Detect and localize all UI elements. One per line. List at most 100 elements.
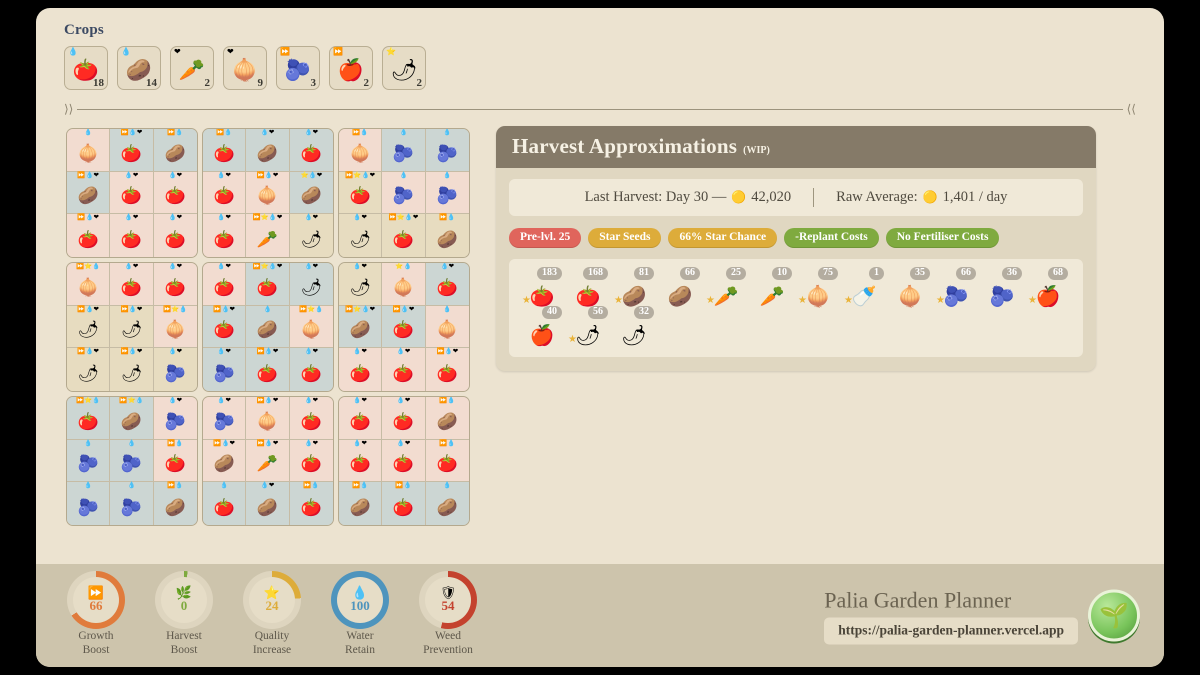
garden-cell-onion[interactable]: ⏩ 💧 ❤ 🧅 [246, 397, 290, 440]
garden-cell-potato[interactable]: ⏩ ⭐ 💧 ❤ 🥔 [339, 305, 383, 349]
garden-cell-blueberry[interactable]: 💧 🫐 [110, 482, 154, 525]
garden-cell-onion[interactable]: ⏩ ⭐ 💧 🧅 [289, 305, 333, 349]
garden-cell-blueberry[interactable]: 💧 🫐 [425, 129, 469, 172]
garden-cell-tomato[interactable]: 💧 ❤ 🍅 [110, 171, 154, 215]
garden-cell-spicy-pepper[interactable]: ⏩ 💧 ❤ 🌶 [67, 305, 111, 349]
garden-plot[interactable]: 💧 ❤ 🌶 ⭐ 💧 🧅 💧 ❤ 🍅 ⏩ ⭐ 💧 ❤ 🥔 ⏩ 💧 ❤ 🍅 💧 🧅 💧 ❤ 🍅 💧 ❤ 🍅 ⏩ 💧 ❤ 🍅 [336, 260, 472, 394]
garden-cell-tomato[interactable]: 💧 ❤ 🍅 [289, 439, 333, 483]
garden-cell-spicy-pepper[interactable]: 💧 ❤ 🌶 [289, 263, 333, 306]
garden-cell-carrot[interactable]: ⏩ 💧 ❤ 🥕 [246, 439, 290, 483]
garden-cell-tomato[interactable]: 💧 ❤ 🍅 [289, 129, 333, 172]
crop-card-carrot[interactable]: ❤ 🥕 2 [170, 46, 214, 90]
garden-cell-tomato[interactable]: 💧 ❤ 🍅 [110, 214, 154, 257]
garden-grid[interactable]: 💧 🧅 ⏩ 💧 ❤ 🍅 ⏩ 💧 🥔 ⏩ 💧 ❤ 🥔 💧 ❤ 🍅 💧 ❤ 🍅 ⏩ 💧 ❤ 🍅 💧 ❤ 🍅 💧 ❤ 🍅 ⏩ 💧 🍅 💧 ❤ 🥔 💧 ❤ 🍅 💧 ❤… [64, 126, 472, 528]
garden-cell-tomato[interactable]: 💧 ❤ 🍅 [153, 263, 197, 306]
option-chip[interactable]: Star Seeds [588, 228, 662, 248]
garden-cell-spicy-pepper[interactable]: 💧 ❤ 🌶 [339, 263, 383, 306]
crop-card-tomato[interactable]: 💧 🍅 18 [64, 46, 108, 90]
garden-cell-spicy-pepper[interactable]: ⏩ 💧 ❤ 🌶 [110, 305, 154, 349]
garden-cell-tomato[interactable]: 💧 ❤ 🍅 [339, 439, 383, 483]
garden-cell-blueberry[interactable]: 💧 ❤ 🫐 [203, 397, 247, 440]
garden-cell-potato[interactable]: 💧 ❤ 🥔 [246, 482, 290, 525]
garden-cell-potato[interactable]: ⏩ ⭐ 💧 🥔 [110, 397, 154, 440]
app-url[interactable]: https://palia-garden-planner.vercel.app [824, 617, 1078, 644]
garden-cell-tomato[interactable]: 💧 ❤ 🍅 [203, 171, 247, 215]
garden-cell-tomato[interactable]: ⏩ 💧 🍅 [425, 439, 469, 483]
garden-cell-onion[interactable]: ⏩ ⭐ 💧 🧅 [153, 305, 197, 349]
garden-cell-tomato[interactable]: ⏩ 💧 ❤ 🍅 [203, 305, 247, 349]
crop-card-potato[interactable]: 💧 🥔 14 [117, 46, 161, 90]
garden-cell-tomato[interactable]: ⏩ 💧 ❤ 🍅 [67, 214, 111, 257]
garden-cell-tomato[interactable]: 💧 ❤ 🍅 [203, 214, 247, 257]
garden-cell-onion[interactable]: ⏩ ⭐ 💧 🧅 [67, 263, 111, 306]
garden-cell-potato[interactable]: ⏩ 💧 🥔 [425, 214, 469, 257]
garden-cell-tomato[interactable]: 💧 ❤ 🍅 [339, 397, 383, 440]
crop-card-onion[interactable]: ❤ 🧅 9 [223, 46, 267, 90]
garden-cell-potato[interactable]: ⏩ 💧 ❤ 🥔 [67, 171, 111, 215]
garden-plot[interactable]: 💧 ❤ 🍅 💧 ❤ 🍅 ⏩ 💧 🥔 💧 ❤ 🍅 💧 ❤ 🍅 ⏩ 💧 🍅 ⏩ 💧 🥔 ⏩ 💧 🍅 💧 🥔 [336, 394, 472, 528]
garden-cell-potato[interactable]: ⏩ 💧 🥔 [339, 482, 383, 525]
garden-cell-onion[interactable]: ⏩ 💧 🧅 [339, 129, 383, 172]
crop-card-apple[interactable]: ⏩ 🍎 2 [329, 46, 373, 90]
garden-cell-tomato[interactable]: ⏩ ⭐ 💧 ❤ 🍅 [339, 171, 383, 215]
garden-cell-tomato[interactable]: 💧 ❤ 🍅 [110, 263, 154, 306]
garden-cell-blueberry[interactable]: 💧 🫐 [425, 171, 469, 215]
garden-cell-potato[interactable]: ⭐ 💧 ❤ 🥔 [289, 171, 333, 215]
garden-cell-tomato[interactable]: 💧 ❤ 🍅 [339, 348, 383, 391]
garden-cell-tomato[interactable]: ⏩ ⭐ 💧 🍅 [67, 397, 111, 440]
garden-cell-onion[interactable]: 💧 🧅 [425, 305, 469, 349]
garden-cell-potato[interactable]: 💧 🥔 [425, 482, 469, 525]
garden-cell-blueberry[interactable]: 💧 ❤ 🫐 [153, 348, 197, 391]
collapse-right-icon[interactable]: ⟨⟨ [1127, 103, 1136, 115]
garden-cell-tomato[interactable]: ⏩ 💧 ❤ 🍅 [382, 305, 426, 349]
garden-cell-onion[interactable]: ⏩ 💧 ❤ 🧅 [246, 171, 290, 215]
garden-cell-potato[interactable]: 💧 ❤ 🥔 [246, 129, 290, 172]
option-chip[interactable]: No Fertiliser Costs [885, 228, 1000, 248]
garden-cell-tomato[interactable]: ⏩ 💧 🍅 [203, 129, 247, 172]
garden-cell-tomato[interactable]: 💧 ❤ 🍅 [289, 397, 333, 440]
crop-card-spicy-pepper[interactable]: ⭐ 🌶 2 [382, 46, 426, 90]
garden-cell-blueberry[interactable]: 💧 🫐 [382, 171, 426, 215]
garden-cell-blueberry[interactable]: 💧 🫐 [67, 439, 111, 483]
option-chip[interactable]: -Replant Costs [784, 228, 879, 248]
garden-cell-tomato[interactable]: ⏩ ⭐ 💧 ❤ 🍅 [382, 214, 426, 257]
garden-plot[interactable]: 💧 ❤ 🫐 ⏩ 💧 ❤ 🧅 💧 ❤ 🍅 ⏩ 💧 ❤ 🥔 ⏩ 💧 ❤ 🥕 💧 ❤ 🍅 💧 🍅 💧 ❤ 🥔 ⏩ 💧 🍅 [200, 394, 336, 528]
garden-cell-blueberry[interactable]: 💧 🫐 [110, 439, 154, 483]
option-chip[interactable]: Pre-lvl. 25 [509, 228, 582, 248]
garden-cell-spicy-pepper[interactable]: ⏩ 💧 ❤ 🌶 [67, 348, 111, 391]
garden-cell-tomato[interactable]: 💧 ❤ 🍅 [382, 348, 426, 391]
collapse-left-icon[interactable]: ⟩⟩ [64, 103, 73, 115]
garden-cell-tomato[interactable]: 💧 ❤ 🍅 [203, 263, 247, 306]
garden-cell-tomato[interactable]: ⏩ 💧 🍅 [153, 439, 197, 483]
garden-cell-tomato[interactable]: ⏩ 💧 ❤ 🍅 [425, 348, 469, 391]
garden-cell-potato[interactable]: ⏩ 💧 🥔 [425, 397, 469, 440]
garden-cell-potato[interactable]: 💧 🥔 [246, 305, 290, 349]
garden-plot[interactable]: 💧 🧅 ⏩ 💧 ❤ 🍅 ⏩ 💧 🥔 ⏩ 💧 ❤ 🥔 💧 ❤ 🍅 💧 ❤ 🍅 ⏩ 💧 ❤ 🍅 💧 ❤ 🍅 💧 ❤ 🍅 [64, 126, 200, 260]
garden-cell-tomato[interactable]: 💧 ❤ 🍅 [425, 263, 469, 306]
garden-cell-potato[interactable]: ⏩ 💧 🥔 [153, 482, 197, 525]
garden-plot[interactable]: ⏩ 💧 🍅 💧 ❤ 🥔 💧 ❤ 🍅 💧 ❤ 🍅 ⏩ 💧 ❤ 🧅 ⭐ 💧 ❤ 🥔 💧 ❤ 🍅 ⏩ ⭐ 💧 ❤ 🥕 💧 ❤ 🌶 [200, 126, 336, 260]
garden-cell-tomato[interactable]: 💧 ❤ 🍅 [153, 171, 197, 215]
garden-cell-tomato[interactable]: ⏩ ⭐ 💧 ❤ 🍅 [246, 263, 290, 306]
garden-cell-blueberry[interactable]: 💧 🫐 [67, 482, 111, 525]
garden-cell-tomato[interactable]: ⏩ 💧 🍅 [382, 482, 426, 525]
option-chip[interactable]: 66% Star Chance [668, 228, 778, 248]
garden-cell-spicy-pepper[interactable]: ⏩ 💧 ❤ 🌶 [110, 348, 154, 391]
garden-cell-tomato[interactable]: 💧 🍅 [203, 482, 247, 525]
garden-cell-onion[interactable]: ⭐ 💧 🧅 [382, 263, 426, 306]
garden-cell-tomato[interactable]: 💧 ❤ 🍅 [289, 348, 333, 391]
garden-cell-tomato[interactable]: ⏩ 💧 ❤ 🍅 [246, 348, 290, 391]
garden-cell-tomato[interactable]: 💧 ❤ 🍅 [153, 214, 197, 257]
garden-cell-onion[interactable]: 💧 🧅 [67, 129, 111, 172]
garden-cell-tomato[interactable]: ⏩ 💧 🍅 [289, 482, 333, 525]
garden-cell-spicy-pepper[interactable]: 💧 ❤ 🌶 [289, 214, 333, 257]
garden-cell-carrot[interactable]: ⏩ ⭐ 💧 ❤ 🥕 [246, 214, 290, 257]
garden-cell-blueberry[interactable]: 💧 🫐 [382, 129, 426, 172]
garden-plot[interactable]: 💧 ❤ 🍅 ⏩ ⭐ 💧 ❤ 🍅 💧 ❤ 🌶 ⏩ 💧 ❤ 🍅 💧 🥔 ⏩ ⭐ 💧 🧅 💧 ❤ 🫐 ⏩ 💧 ❤ 🍅 💧 ❤ 🍅 [200, 260, 336, 394]
garden-plot[interactable]: ⏩ ⭐ 💧 🧅 💧 ❤ 🍅 💧 ❤ 🍅 ⏩ 💧 ❤ 🌶 ⏩ 💧 ❤ 🌶 ⏩ ⭐ 💧 🧅 ⏩ 💧 ❤ 🌶 ⏩ 💧 ❤ 🌶 💧 ❤ 🫐 [64, 260, 200, 394]
garden-plot[interactable]: ⏩ ⭐ 💧 🍅 ⏩ ⭐ 💧 🥔 💧 ❤ 🫐 💧 🫐 💧 🫐 ⏩ 💧 🍅 💧 🫐 💧 🫐 ⏩ 💧 🥔 [64, 394, 200, 528]
garden-plot[interactable]: ⏩ 💧 🧅 💧 🫐 💧 🫐 ⏩ ⭐ 💧 ❤ 🍅 💧 🫐 💧 🫐 💧 ❤ 🌶 ⏩ ⭐ 💧 ❤ 🍅 ⏩ 💧 🥔 [336, 126, 472, 260]
garden-cell-potato[interactable]: ⏩ 💧 🥔 [153, 129, 197, 172]
garden-cell-tomato[interactable]: ⏩ 💧 ❤ 🍅 [110, 129, 154, 172]
crop-card-blueberry[interactable]: ⏩ 🫐 3 [276, 46, 320, 90]
